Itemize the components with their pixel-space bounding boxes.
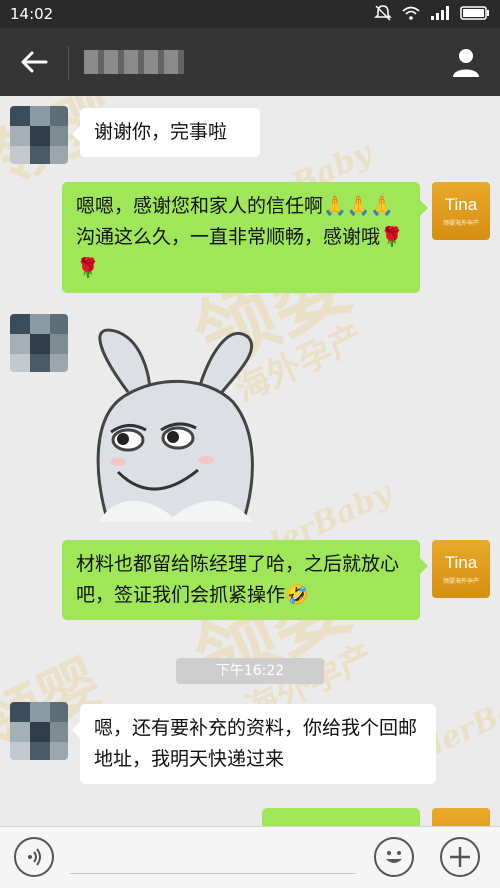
battery-icon [460, 6, 489, 20]
emoji-button[interactable] [374, 837, 414, 877]
my-avatar[interactable]: Tina 领婴海外孕产 [432, 540, 490, 598]
message-bubble-incoming[interactable]: 嗯，还有要补充的资料，你给我个回邮地址，我明天快递过来 [72, 704, 436, 784]
message-bubble-outgoing[interactable]: 嗯嗯，感谢您和家人的信任啊🙏🙏🙏沟通这么久，一直非常顺畅，感谢哦🌹🌹 [62, 182, 428, 293]
voice-icon [28, 848, 41, 866]
input-bar [0, 826, 500, 888]
contact-avatar[interactable] [10, 314, 68, 372]
arrow-left-icon[interactable] [18, 46, 50, 78]
message-timestamp: 下午16:22 [176, 658, 324, 684]
grinning-rabbit-sticker[interactable] [88, 322, 258, 522]
status-icons [374, 5, 490, 21]
wifi-icon [402, 6, 420, 20]
avatar-name: Tina [444, 553, 478, 572]
message-input[interactable] [70, 873, 356, 874]
person-icon[interactable] [450, 46, 482, 78]
my-avatar[interactable] [432, 808, 490, 826]
my-avatar[interactable]: Tina 领婴海外孕产 [432, 182, 490, 240]
header-divider [68, 46, 69, 80]
chat-area[interactable]: 领婴 领婴 海外孕产 LeaderBaby 领婴 海外孕产 LeaderBaby… [0, 96, 500, 826]
status-bar: 14:02 [0, 0, 500, 28]
signal-icon [431, 6, 449, 20]
voice-button[interactable] [14, 837, 54, 877]
avatar-subtitle: 领婴海外孕产 [442, 220, 479, 227]
contact-name-blurred [84, 50, 184, 74]
mute-icon [374, 5, 392, 21]
plus-button[interactable] [440, 837, 480, 877]
chat-header [0, 28, 500, 96]
plus-icon [450, 847, 470, 867]
message-bubble-outgoing-partial[interactable] [262, 808, 420, 826]
avatar-name: Tina [444, 195, 478, 214]
message-bubble-outgoing[interactable]: 材料也都留给陈经理了哈，之后就放心吧，签证我们会抓紧操作🤣 [62, 540, 428, 620]
contact-avatar[interactable] [10, 702, 68, 760]
message-bubble-incoming[interactable]: 谢谢你，完事啦 [72, 108, 260, 157]
contact-avatar[interactable] [10, 106, 68, 164]
avatar-subtitle: 领婴海外孕产 [442, 578, 479, 585]
status-time: 14:02 [10, 5, 54, 23]
emoji-icon [386, 851, 402, 863]
